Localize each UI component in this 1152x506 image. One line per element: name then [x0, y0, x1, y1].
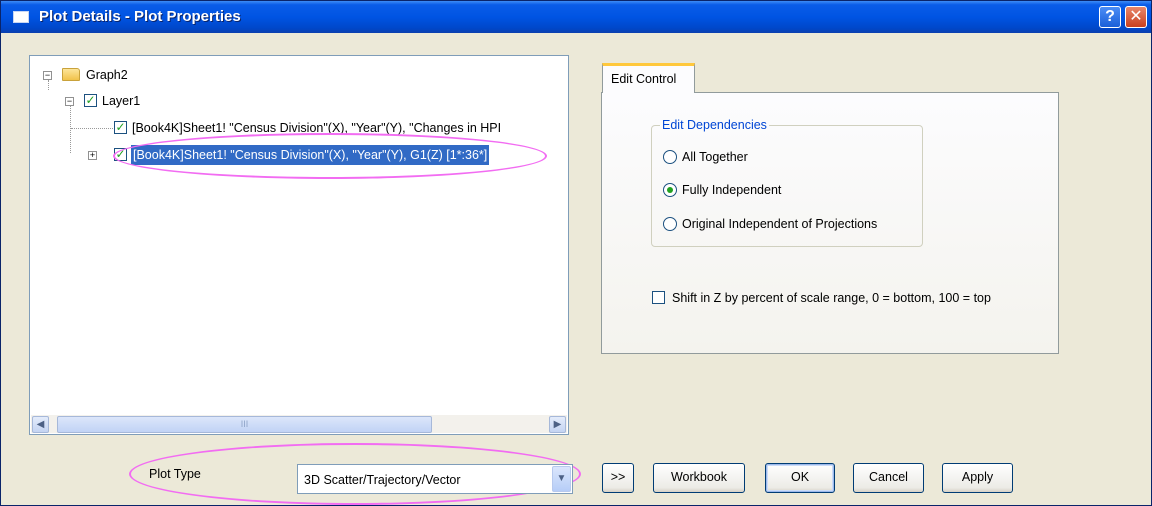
- layer1-checkbox[interactable]: ✓: [84, 94, 97, 107]
- horizontal-scrollbar[interactable]: ◀ III ▶: [31, 415, 567, 433]
- collapse-icon[interactable]: −: [65, 97, 74, 106]
- plot-details-dialog: Plot Details - Plot Properties ? ✕ − Gra…: [0, 0, 1152, 506]
- tree-connector: [70, 101, 71, 153]
- title-bar[interactable]: Plot Details - Plot Properties ? ✕: [1, 1, 1151, 33]
- plot-tree[interactable]: − Graph2 − ✓ Layer1 ✓ [Book4K]Sheet1! "C…: [29, 55, 569, 435]
- plot-type-select[interactable]: 3D Scatter/Trajectory/Vector ▼: [297, 464, 573, 494]
- more-button[interactable]: >>: [602, 463, 634, 493]
- plot-checkbox[interactable]: ✓: [114, 121, 127, 134]
- shift-z-label: Shift in Z by percent of scale range, 0 …: [672, 291, 991, 305]
- window-icon: [13, 11, 29, 23]
- group-title: Edit Dependencies: [660, 118, 769, 132]
- radio-button[interactable]: [663, 150, 677, 164]
- scroll-thumb[interactable]: III: [57, 416, 432, 433]
- shift-z-checkbox[interactable]: [652, 291, 665, 304]
- tree-item-label: Layer1: [102, 94, 141, 108]
- scroll-left-icon[interactable]: ◀: [32, 416, 49, 433]
- tree-connector: [48, 80, 49, 90]
- edit-dependencies-group: Edit Dependencies All Together Fully Ind…: [651, 118, 923, 247]
- expand-icon[interactable]: +: [88, 151, 97, 160]
- tree-item-label: Graph2: [86, 68, 128, 82]
- apply-button[interactable]: Apply: [942, 463, 1013, 493]
- radio-label: All Together: [682, 150, 748, 164]
- close-button[interactable]: ✕: [1125, 6, 1147, 28]
- tree-connector: [71, 128, 113, 129]
- window-title: Plot Details - Plot Properties: [39, 8, 241, 25]
- plot-type-value: 3D Scatter/Trajectory/Vector: [304, 473, 461, 487]
- folder-icon: [62, 68, 80, 81]
- radio-label: Fully Independent: [682, 183, 782, 197]
- radio-button[interactable]: [663, 217, 677, 231]
- plot-type-label: Plot Type: [149, 467, 201, 481]
- tab-edit-control[interactable]: Edit Control: [602, 63, 695, 93]
- chevron-down-icon[interactable]: ▼: [552, 466, 571, 492]
- workbook-button[interactable]: Workbook: [653, 463, 745, 493]
- ok-button[interactable]: OK: [765, 463, 835, 493]
- scroll-right-icon[interactable]: ▶: [549, 416, 566, 433]
- radio-button[interactable]: [663, 183, 677, 197]
- highlight-annotation: [113, 133, 547, 179]
- help-button[interactable]: ?: [1099, 6, 1121, 28]
- edit-control-panel: Edit Dependencies All Together Fully Ind…: [601, 92, 1059, 354]
- radio-label: Original Independent of Projections: [682, 217, 878, 231]
- collapse-icon[interactable]: −: [43, 71, 52, 80]
- cancel-button[interactable]: Cancel: [853, 463, 924, 493]
